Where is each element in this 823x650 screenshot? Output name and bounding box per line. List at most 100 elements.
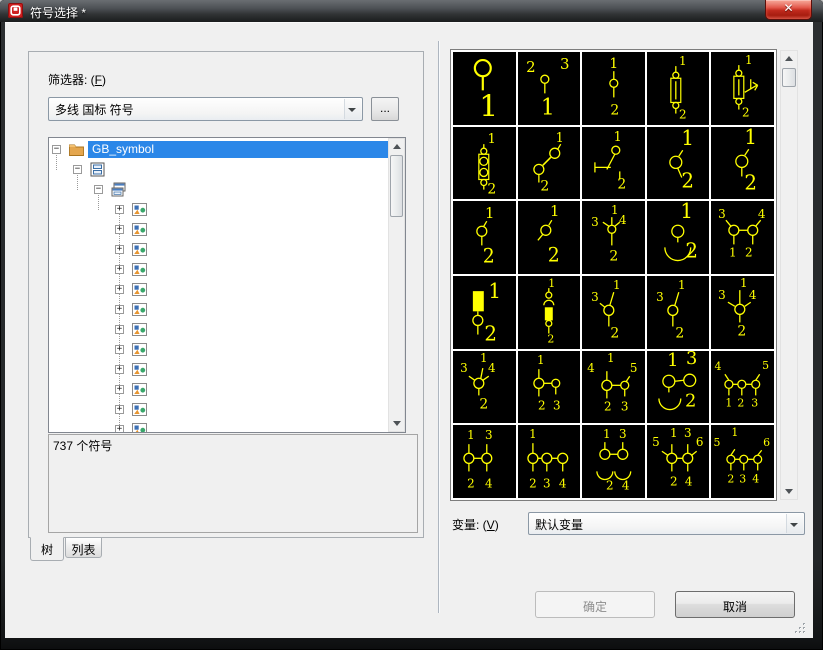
expand-plus-icon[interactable]: + (115, 405, 124, 414)
expand-plus-icon[interactable]: + (115, 225, 124, 234)
tab-list[interactable]: 列表 (65, 537, 102, 558)
variant-combobox[interactable]: 默认变量 (528, 512, 805, 535)
svg-text:4: 4 (685, 475, 693, 489)
collapse-minus-icon[interactable]: − (52, 145, 61, 154)
symbol-selection-dialog: 符号选择 * ✕ 筛选器: (F) 多线 国标 符号 ... −GB_symbo… (0, 0, 823, 650)
symbol-cell-14[interactable]: 12 (647, 201, 710, 274)
symbol-cell-30[interactable]: 516234 (711, 425, 774, 498)
tree-item[interactable]: + (49, 220, 388, 239)
grid-scrollbar[interactable] (780, 50, 798, 500)
symbol-cell-5[interactable]: 12 (711, 52, 774, 125)
svg-text:1: 1 (550, 202, 559, 220)
tree-item[interactable]: + (49, 280, 388, 299)
symbol-cell-21[interactable]: 3142 (453, 351, 516, 424)
filter-combobox-dropdown[interactable] (344, 99, 361, 119)
symbol-cell-4[interactable]: 12 (647, 52, 710, 125)
resize-grip-icon[interactable] (793, 621, 807, 635)
tree-item[interactable]: + (49, 380, 388, 399)
variant-combobox-dropdown[interactable] (786, 514, 803, 533)
svg-text:2: 2 (738, 396, 745, 409)
symbol-cell-29[interactable]: 513624 (647, 425, 710, 498)
symbol-cell-13[interactable]: 3142 (582, 201, 645, 274)
tree-item[interactable]: + (49, 200, 388, 219)
expand-plus-icon[interactable]: + (115, 345, 124, 354)
collapse-minus-icon[interactable]: − (94, 185, 103, 194)
expand-plus-icon[interactable]: + (115, 365, 124, 374)
symbol-cell-10[interactable]: 12 (711, 127, 774, 200)
svg-text:1: 1 (488, 279, 501, 303)
expand-plus-icon[interactable]: + (115, 325, 124, 334)
titlebar[interactable]: 符号选择 * ✕ (0, 0, 823, 22)
expand-plus-icon[interactable]: + (115, 265, 124, 274)
scroll-down-icon[interactable] (781, 484, 797, 499)
close-button[interactable]: ✕ (765, 0, 812, 20)
expand-plus-icon[interactable]: + (115, 285, 124, 294)
expand-plus-icon[interactable]: + (115, 205, 124, 214)
tree-item[interactable]: + (49, 420, 388, 433)
symbol-cell-15[interactable]: 3412 (711, 201, 774, 274)
scroll-down-icon[interactable] (389, 416, 404, 431)
symbol-cell-2[interactable]: 231 (518, 52, 581, 125)
filter-combobox[interactable]: 多线 国标 符号 (48, 97, 363, 121)
tree-scrollbar[interactable] (388, 138, 405, 432)
scroll-up-icon[interactable] (781, 51, 797, 66)
symbol-cell-6[interactable]: 12 (453, 127, 516, 200)
svg-text:2: 2 (745, 170, 758, 194)
tree-item[interactable]: + (49, 260, 388, 279)
svg-text:2: 2 (742, 105, 750, 119)
symbol-cell-26[interactable]: 1324 (453, 425, 516, 498)
symbol-cell-27[interactable]: 1234 (518, 425, 581, 498)
symbol-cell-11[interactable]: 12 (453, 201, 516, 274)
chevron-down-icon (790, 523, 798, 527)
symbol-cell-3[interactable]: 12 (582, 52, 645, 125)
symbol-cell-7[interactable]: 12 (518, 127, 581, 200)
symbol-cell-25[interactable]: 45123 (711, 351, 774, 424)
svg-text:3: 3 (460, 361, 468, 375)
tree-item[interactable]: − (49, 160, 388, 179)
tree-scrollbar-thumb[interactable] (390, 155, 403, 217)
tree-item[interactable]: + (49, 360, 388, 379)
tree-view[interactable]: −GB_symbol−−++++++++++++ (48, 137, 406, 433)
svg-text:2: 2 (670, 475, 678, 489)
symbol-cell-18[interactable]: 312 (582, 276, 645, 349)
expand-plus-icon[interactable]: + (115, 305, 124, 314)
symbol-cell-17[interactable]: 12 (518, 276, 581, 349)
collapse-minus-icon[interactable]: − (73, 165, 82, 174)
svg-text:2: 2 (526, 58, 535, 76)
tree-item[interactable]: + (49, 340, 388, 359)
symbol-cell-19[interactable]: 312 (647, 276, 710, 349)
svg-text:1: 1 (745, 53, 753, 67)
tree-item-gb_symbol[interactable]: −GB_symbol (49, 140, 388, 159)
svg-text:2: 2 (611, 325, 620, 341)
svg-text:6: 6 (764, 436, 771, 449)
tree-item[interactable]: + (49, 400, 388, 419)
svg-text:1: 1 (555, 131, 563, 146)
expand-plus-icon[interactable]: + (115, 245, 124, 254)
symbol-cell-16[interactable]: 12 (453, 276, 516, 349)
symbol-cell-22[interactable]: 123 (518, 351, 581, 424)
scroll-up-icon[interactable] (389, 139, 404, 154)
tree-item[interactable]: − (49, 180, 388, 199)
svg-text:1: 1 (529, 427, 537, 441)
cancel-button[interactable]: 取消 (675, 591, 795, 618)
tree-item[interactable]: + (49, 240, 388, 259)
tree-item[interactable]: + (49, 300, 388, 319)
ok-button[interactable]: 确定 (535, 591, 655, 618)
svg-text:1: 1 (740, 276, 748, 290)
symbol-cell-8[interactable]: 12 (582, 127, 645, 200)
expand-plus-icon[interactable]: + (115, 425, 124, 433)
symbol-cell-23[interactable]: 41523 (582, 351, 645, 424)
tree-item[interactable]: + (49, 320, 388, 339)
browse-filter-button[interactable]: ... (371, 97, 399, 121)
symbol-cell-9[interactable]: 12 (647, 127, 710, 200)
svg-text:4: 4 (622, 479, 630, 493)
symbol-cell-20[interactable]: 3142 (711, 276, 774, 349)
symbol-cell-1[interactable]: 1 (453, 52, 516, 125)
symbol-cell-24[interactable]: 132 (647, 351, 710, 424)
expand-plus-icon[interactable]: + (115, 385, 124, 394)
grid-scrollbar-thumb[interactable] (782, 68, 796, 87)
svg-text:2: 2 (745, 246, 753, 260)
tab-tree[interactable]: 树 (30, 537, 64, 561)
symbol-cell-12[interactable]: 12 (518, 201, 581, 274)
symbol-cell-28[interactable]: 1324 (582, 425, 645, 498)
